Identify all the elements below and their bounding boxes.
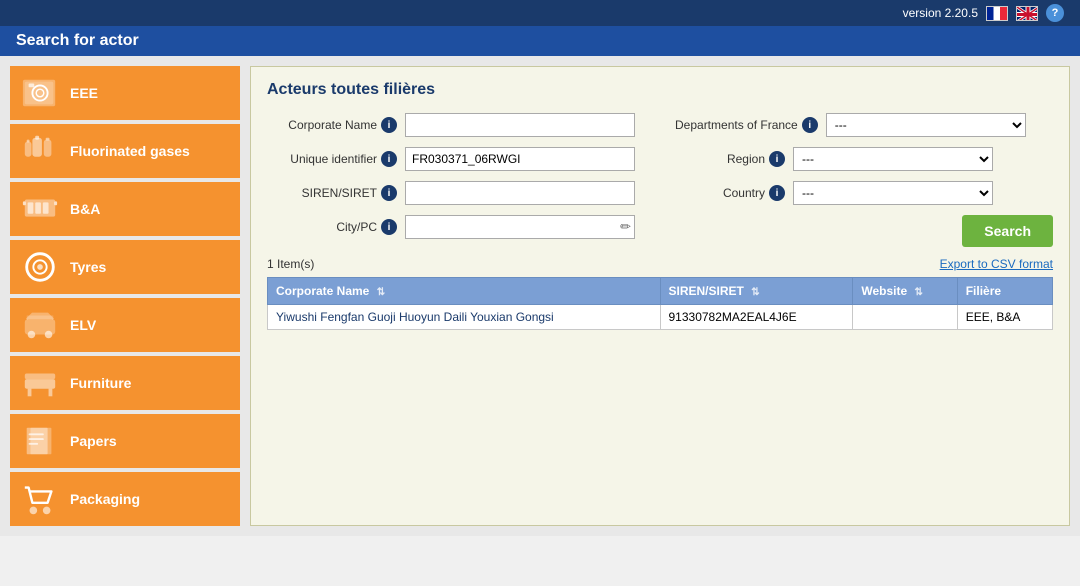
content-title: Acteurs toutes filières [267,81,1053,99]
ba-icon [20,190,60,228]
sidebar-item-eee[interactable]: EEE [10,66,240,120]
corporate-name-label: Corporate Name [288,118,377,132]
search-form: Corporate Name i Unique identifier i [267,113,1053,257]
region-label: Region [727,152,765,166]
content-area: Acteurs toutes filières Corporate Name i… [250,66,1070,526]
city-pc-info-icon[interactable]: i [381,219,397,235]
export-csv-link[interactable]: Export to CSV format [940,257,1053,271]
column-website-label: Website [861,284,907,298]
region-select[interactable]: --- [793,147,993,171]
city-pc-row: City/PC i ✏ [267,215,645,239]
help-icon[interactable]: ? [1046,4,1064,22]
sidebar-item-tyres[interactable]: Tyres [10,240,240,294]
unique-identifier-label: Unique identifier [290,152,377,166]
filiere-cell: EEE, B&A [957,305,1052,330]
departments-row: Departments of France i --- [675,113,1053,137]
search-button[interactable]: Search [962,215,1053,247]
sidebar-item-papers[interactable]: Papers [10,414,240,468]
top-bar: Search for actor [0,26,1080,56]
sidebar-item-ba[interactable]: B&A [10,182,240,236]
city-pc-label: City/PC [336,220,377,234]
siren-siret-label: SIREN/SIRET [302,186,377,200]
form-right: Departments of France i --- Region i --- [675,113,1053,257]
table-body: Yiwushi Fengfan Guoji Huoyun Daili Youxi… [268,305,1053,330]
packaging-icon [20,480,60,518]
version-label: version 2.20.5 [903,6,978,20]
unique-identifier-info-icon[interactable]: i [381,151,397,167]
city-pc-input-wrapper: ✏ [405,215,635,239]
corporate-name-input[interactable] [405,113,635,137]
website-cell [853,305,957,330]
region-row: Region i --- [675,147,1053,171]
corporate-name-row: Corporate Name i [267,113,645,137]
column-filiere-label: Filière [966,284,1001,298]
sidebar-label-furniture: Furniture [70,375,131,391]
country-row: Country i --- [675,181,1053,205]
table-row: Yiwushi Fengfan Guoji Huoyun Daili Youxi… [268,305,1053,330]
region-info-icon[interactable]: i [769,151,785,167]
column-siren-siret[interactable]: SIREN/SIRET ⇅ [660,278,853,305]
table-header: Corporate Name ⇅ SIREN/SIRET ⇅ Website ⇅ [268,278,1053,305]
siren-siret-cell: 91330782MA2EAL4J6E [660,305,853,330]
form-left: Corporate Name i Unique identifier i [267,113,645,257]
flag-gb-icon[interactable] [1016,6,1038,21]
corporate-name-info-icon[interactable]: i [381,117,397,133]
sort-icon-corporate-name: ⇅ [377,287,385,298]
corporate-name-cell[interactable]: Yiwushi Fengfan Guoji Huoyun Daili Youxi… [268,305,661,330]
siren-siret-row: SIREN/SIRET i [267,181,645,205]
elv-icon [20,306,60,344]
sidebar-label-papers: Papers [70,433,117,449]
sidebar-label-elv: ELV [70,317,96,333]
results-table: Corporate Name ⇅ SIREN/SIRET ⇅ Website ⇅ [267,277,1053,330]
sidebar-item-fluorinated-gases[interactable]: Fluorinated gases [10,124,240,178]
column-corporate-name-label: Corporate Name [276,284,369,298]
sidebar-item-packaging[interactable]: Packaging [10,472,240,526]
results-count: 1 Item(s) [267,257,314,271]
table-header-row: Corporate Name ⇅ SIREN/SIRET ⇅ Website ⇅ [268,278,1053,305]
column-filiere[interactable]: Filière [957,278,1052,305]
sort-icon-siren-siret: ⇅ [751,287,759,298]
column-siren-siret-label: SIREN/SIRET [669,284,744,298]
sidebar: EEE Fluorinated gases [10,66,240,526]
results-header: 1 Item(s) Export to CSV format [267,257,1053,271]
furniture-icon [20,364,60,402]
column-website[interactable]: Website ⇅ [853,278,957,305]
sidebar-item-elv[interactable]: ELV [10,298,240,352]
siren-siret-input[interactable] [405,181,635,205]
papers-icon [20,422,60,460]
sort-icon-website: ⇅ [914,287,922,298]
page-title: Search for actor [16,32,139,49]
departments-info-icon[interactable]: i [802,117,818,133]
results-section: 1 Item(s) Export to CSV format Corporate… [267,257,1053,330]
sidebar-label-ba: B&A [70,201,100,217]
fluorinated-gases-icon [20,132,60,170]
sidebar-item-furniture[interactable]: Furniture [10,356,240,410]
unique-identifier-row: Unique identifier i [267,147,645,171]
search-button-row: Search [675,215,1053,247]
sidebar-label-tyres: Tyres [70,259,106,275]
unique-identifier-input[interactable] [405,147,635,171]
country-select[interactable]: --- [793,181,993,205]
column-corporate-name[interactable]: Corporate Name ⇅ [268,278,661,305]
sidebar-label-fluorinated-gases: Fluorinated gases [70,143,190,159]
tyres-icon [20,248,60,286]
eee-icon [20,74,60,112]
edit-pencil-icon: ✏ [620,219,631,235]
siren-siret-info-icon[interactable]: i [381,185,397,201]
country-label: Country [723,186,765,200]
sidebar-label-packaging: Packaging [70,491,140,507]
country-info-icon[interactable]: i [769,185,785,201]
departments-label: Departments of France [675,118,798,132]
departments-select[interactable]: --- [826,113,1026,137]
city-pc-input[interactable] [405,215,635,239]
flag-fr-icon[interactable] [986,6,1008,21]
sidebar-label-eee: EEE [70,85,98,101]
